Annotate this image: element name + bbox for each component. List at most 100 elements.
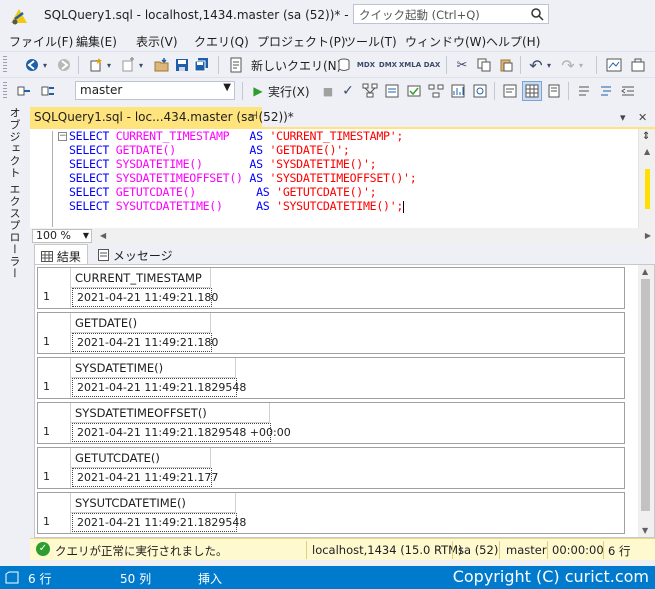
- zoom-select[interactable]: 100 % ▼: [32, 229, 92, 243]
- object-explorer-panel[interactable]: オブジェクト エクスプローラー: [0, 103, 28, 566]
- change-connection-icon[interactable]: [38, 81, 58, 101]
- live-query-stats-icon[interactable]: [448, 81, 468, 101]
- forward-icon[interactable]: [54, 55, 74, 75]
- scroll-right-arrow-icon[interactable]: ▶: [645, 231, 651, 240]
- column-header[interactable]: SYSDATETIMEOFFSET(): [71, 403, 270, 423]
- toolbox-icon[interactable]: [628, 55, 648, 75]
- results-scroll-thumb[interactable]: [641, 279, 650, 511]
- save-icon[interactable]: [172, 55, 192, 75]
- row-header: 1: [38, 403, 71, 443]
- xmla-query-icon[interactable]: XMLA: [399, 55, 421, 75]
- column-header[interactable]: GETDATE(): [71, 313, 211, 333]
- save-all-icon[interactable]: [192, 55, 212, 75]
- menu-project[interactable]: プロジェクト(P): [257, 33, 346, 50]
- menu-view[interactable]: 表示(V): [136, 33, 178, 50]
- dmx-query-icon[interactable]: DMX: [378, 55, 398, 75]
- back-dropdown-icon[interactable]: ▾: [40, 55, 50, 75]
- menu-query[interactable]: クエリ(Q): [194, 33, 249, 50]
- new-project-dropdown-icon[interactable]: ▾: [104, 55, 114, 75]
- code-string: 'SYSDATETIME()';: [269, 157, 377, 171]
- pin-icon[interactable]: ⊣: [248, 109, 258, 122]
- scroll-up-arrow-icon[interactable]: ▲: [644, 147, 650, 156]
- intellisense-icon[interactable]: [404, 81, 424, 101]
- execute-icon[interactable]: ▶: [248, 81, 268, 101]
- decrease-indent-icon[interactable]: [618, 81, 638, 101]
- result-cell[interactable]: 2021-04-21 11:49:21.180: [72, 288, 218, 307]
- toolbar-grip[interactable]: [3, 56, 7, 74]
- column-header[interactable]: SYSDATETIME(): [71, 358, 236, 378]
- result-cell[interactable]: 2021-04-21 11:49:21.1829548: [72, 513, 246, 532]
- output-window-icon[interactable]: [5, 571, 19, 584]
- tab-results[interactable]: 結果: [34, 244, 88, 264]
- add-item-dropdown-icon[interactable]: ▾: [136, 55, 146, 75]
- column-header[interactable]: SYSUTCDATETIME(): [71, 493, 236, 513]
- result-grid[interactable]: 1 SYSUTCDATETIME() 2021-04-21 11:49:21.1…: [37, 492, 625, 534]
- result-grid[interactable]: 1 GETUTCDATE() 2021-04-21 11:49:21.177: [37, 447, 625, 489]
- result-cell[interactable]: 2021-04-21 11:49:21.180: [72, 333, 218, 352]
- results-to-file-icon[interactable]: [544, 81, 564, 101]
- undo-icon[interactable]: ↶: [526, 55, 546, 75]
- new-query-button[interactable]: 新しいクエリ(N): [251, 57, 341, 74]
- scroll-down-arrow-icon[interactable]: ▼: [642, 526, 648, 535]
- close-icon[interactable]: ✕: [638, 111, 647, 124]
- result-cell[interactable]: 2021-04-21 11:49:21.1829548: [72, 378, 246, 397]
- menu-tools[interactable]: ツール(T): [344, 33, 397, 50]
- tab-messages[interactable]: メッセージ: [92, 244, 179, 264]
- solution-explorer-icon[interactable]: [604, 55, 624, 75]
- query-in-editor-icon[interactable]: [382, 81, 402, 101]
- menu-file[interactable]: ファイル(F): [9, 33, 73, 50]
- editor-scroll-thumb[interactable]: [645, 169, 650, 209]
- collapse-outline-icon[interactable]: −: [58, 132, 67, 141]
- scroll-up-arrow-icon[interactable]: ▲: [642, 267, 648, 276]
- results-to-grid-icon[interactable]: [522, 81, 542, 101]
- client-statistics-icon[interactable]: [470, 81, 490, 101]
- dax-query-icon[interactable]: DAX: [422, 55, 442, 75]
- menu-window[interactable]: ウィンドウ(W): [405, 33, 486, 50]
- split-icon[interactable]: ⇕: [642, 131, 650, 142]
- scroll-left-arrow-icon[interactable]: ◀: [100, 231, 106, 240]
- comment-out-icon[interactable]: [574, 81, 594, 101]
- cut-icon[interactable]: ✂: [452, 55, 472, 75]
- menu-help[interactable]: ヘルプ(H): [486, 33, 540, 50]
- quick-launch-input[interactable]: クイック起動 (Ctrl+Q): [353, 4, 549, 24]
- query-editor[interactable]: − SELECT CURRENT_TIMESTAMP AS 'CURRENT_T…: [30, 129, 655, 228]
- connect-icon[interactable]: [14, 81, 34, 101]
- parse-checkmark-icon[interactable]: ✓: [338, 81, 358, 101]
- redo-dropdown-icon[interactable]: ▾: [576, 55, 586, 75]
- results-to-text-icon[interactable]: [500, 81, 520, 101]
- editor-vertical-scrollbar[interactable]: ⇕ ▲: [638, 129, 655, 228]
- code-keyword: SELECT: [69, 129, 110, 143]
- new-query-icon[interactable]: [226, 55, 246, 75]
- result-grid[interactable]: 1 GETDATE() 2021-04-21 11:49:21.180: [37, 312, 625, 354]
- new-project-icon[interactable]: [86, 55, 106, 75]
- result-cell[interactable]: 2021-04-21 11:49:21.177: [72, 468, 218, 487]
- paste-icon[interactable]: [496, 55, 516, 75]
- editor-horizontal-scrollbar[interactable]: 100 % ▼ ◀ ▶: [30, 228, 655, 244]
- column-header[interactable]: CURRENT_TIMESTAMP: [71, 268, 211, 288]
- tab-list-dropdown-icon[interactable]: ▾: [620, 111, 626, 124]
- back-icon[interactable]: [22, 55, 42, 75]
- mdx-query-icon[interactable]: MDX: [356, 55, 376, 75]
- redo-icon[interactable]: ↷: [558, 55, 578, 75]
- cancel-query-icon[interactable]: ■: [318, 81, 338, 101]
- tab-sqlquery1[interactable]: SQLQuery1.sql - loc...434.master (sa (52…: [30, 107, 294, 127]
- uncomment-icon[interactable]: [596, 81, 616, 101]
- menu-edit[interactable]: 編集(E): [76, 33, 117, 50]
- undo-dropdown-icon[interactable]: ▾: [544, 55, 554, 75]
- result-cell[interactable]: 2021-04-21 11:49:21.1829548 +00:00: [72, 423, 291, 442]
- available-databases-select[interactable]: master ▼: [75, 81, 235, 100]
- display-estimated-plan-icon[interactable]: [360, 81, 380, 101]
- open-file-icon[interactable]: [152, 55, 172, 75]
- result-grid[interactable]: 1 CURRENT_TIMESTAMP 2021-04-21 11:49:21.…: [37, 267, 625, 309]
- results-vertical-scrollbar[interactable]: ▲ ▼: [638, 265, 654, 537]
- include-actual-plan-icon[interactable]: [426, 81, 446, 101]
- result-grid[interactable]: 1 SYSDATETIME() 2021-04-21 11:49:21.1829…: [37, 357, 625, 399]
- copy-icon[interactable]: [474, 55, 494, 75]
- result-grid[interactable]: 1 SYSDATETIMEOFFSET() 2021-04-21 11:49:2…: [37, 402, 625, 444]
- add-item-icon[interactable]: [118, 55, 138, 75]
- object-explorer-label[interactable]: オブジェクト エクスプローラー: [6, 107, 22, 280]
- execute-button[interactable]: 実行(X): [268, 83, 310, 100]
- database-engine-query-icon[interactable]: [334, 55, 354, 75]
- column-header[interactable]: GETUTCDATE(): [71, 448, 211, 468]
- toolbar-grip[interactable]: [3, 82, 7, 100]
